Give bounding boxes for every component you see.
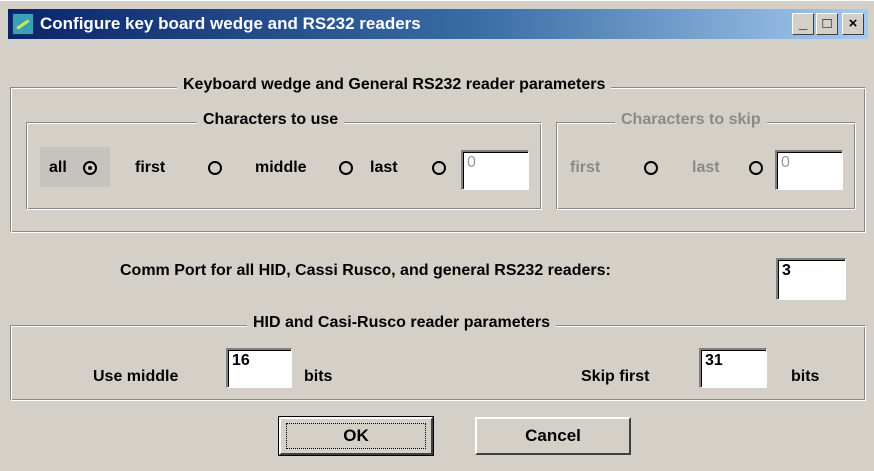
option-middle-radio[interactable] (339, 161, 353, 175)
use-middle-label: Use middle (93, 368, 179, 385)
wedge-params-group: Keyboard wedge and General RS232 reader … (10, 76, 866, 233)
option-all-radio[interactable] (83, 161, 97, 175)
skip-first-label: Skip first (581, 368, 650, 385)
option-last-label[interactable]: last (370, 159, 398, 177)
comm-port-input[interactable]: 3 (776, 258, 846, 300)
skip-last-option-label[interactable]: last (692, 159, 720, 177)
skip-first-input[interactable]: 31 (699, 348, 767, 388)
minimize-button[interactable]: _ (792, 13, 814, 35)
skip-first-option-label[interactable]: first (570, 159, 600, 177)
option-first-label[interactable]: first (135, 159, 165, 177)
skip-first-option-radio[interactable] (644, 161, 658, 175)
skip-first-unit: bits (791, 368, 820, 385)
title-bar[interactable]: Configure key board wedge and RS232 read… (8, 9, 868, 39)
chars-to-skip-label: Characters to skip (615, 111, 767, 129)
option-all-label[interactable]: all (49, 159, 67, 177)
comm-port-label: Comm Port for all HID, Cassi Rusco, and … (120, 262, 611, 279)
chars-to-use-label: Characters to use (197, 111, 345, 129)
skip-last-option-radio[interactable] (749, 161, 763, 175)
focus-rect (286, 423, 426, 449)
option-last-radio[interactable] (432, 161, 446, 175)
use-middle-input[interactable]: 16 (226, 348, 292, 388)
cancel-button[interactable]: Cancel (475, 417, 631, 455)
window-title: Configure key board wedge and RS232 read… (40, 14, 421, 33)
chars-to-use-group: Characters to use all first middle last … (26, 111, 542, 210)
option-first-radio[interactable] (208, 161, 222, 175)
chars-to-skip-group: Characters to skip first last 0 (556, 111, 856, 210)
ok-button[interactable]: OK (278, 416, 434, 456)
app-icon (12, 13, 34, 35)
hid-params-group: HID and Casi-Rusco reader parameters Use… (10, 314, 866, 401)
use-middle-unit: bits (304, 368, 333, 385)
wedge-params-label: Keyboard wedge and General RS232 reader … (177, 76, 612, 94)
cancel-button-label: Cancel (525, 426, 581, 445)
close-button[interactable]: × (842, 13, 864, 35)
option-middle-label[interactable]: middle (255, 159, 307, 177)
chars-to-skip-count-input[interactable]: 0 (775, 150, 843, 190)
chars-to-use-count-input[interactable]: 0 (461, 150, 529, 190)
hid-params-label: HID and Casi-Rusco reader parameters (247, 314, 556, 332)
maximize-button[interactable]: □ (816, 13, 838, 35)
dialog-window: Configure key board wedge and RS232 read… (0, 0, 874, 471)
